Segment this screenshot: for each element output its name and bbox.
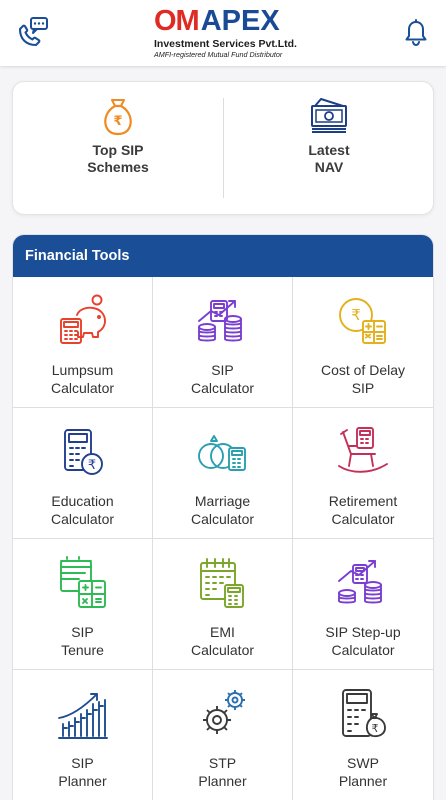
cost-of-delay-sip-tile[interactable]: ₹ Cost of Delay SIP — [293, 277, 433, 408]
calendar-grid-calculator-icon — [199, 558, 244, 608]
coins-stepup-calculator-icon — [338, 560, 382, 604]
company-logo: OM APEX Investment Services Pvt.Ltd. AMF… — [154, 5, 297, 60]
rings-calculator-icon — [197, 435, 246, 471]
calculator-moneybag-icon: ₹ — [342, 689, 386, 738]
tool-label: SWP Planner — [338, 755, 388, 789]
logo-apex-text: APEX — [200, 5, 280, 37]
bell-icon[interactable] — [396, 13, 436, 53]
calendar-calculator-icon — [59, 556, 106, 608]
svg-text:₹: ₹ — [351, 306, 361, 324]
tool-label: SIP Tenure — [61, 624, 104, 658]
stp-planner-tile[interactable]: STP Planner — [153, 670, 293, 800]
tool-label: EMI Calculator — [190, 624, 255, 658]
education-calculator-tile[interactable]: ₹ Education Calculator — [13, 408, 153, 539]
tool-label: STP Planner — [198, 755, 247, 789]
svg-text:₹: ₹ — [372, 722, 379, 735]
swp-planner-tile[interactable]: ₹ SWP Planner — [293, 670, 433, 800]
sip-planner-tile[interactable]: SIP Planner — [13, 670, 153, 800]
top-sip-schemes-button[interactable]: ₹ Top SIP Schemes — [13, 82, 223, 214]
svg-text:₹: ₹ — [113, 114, 122, 129]
tool-label: Retirement Calculator — [328, 493, 398, 527]
phone-chat-icon[interactable] — [12, 13, 52, 53]
tool-label: Education Calculator — [50, 493, 115, 527]
bar-growth-arrow-icon — [57, 693, 108, 739]
sip-calculator-tile[interactable]: SIP Calculator — [153, 277, 293, 408]
app-header: OM APEX Investment Services Pvt.Ltd. AMF… — [0, 0, 446, 66]
piggy-bank-calculator-icon — [59, 294, 106, 344]
tool-label: Marriage Calculator — [190, 493, 255, 527]
money-bag-icon: ₹ — [104, 99, 132, 136]
logo-om-text: OM — [154, 5, 200, 37]
sip-step-up-calculator-tile[interactable]: SIP Step-up Calculator — [293, 539, 433, 670]
emi-calculator-tile[interactable]: EMI Calculator — [153, 539, 293, 670]
tool-label: Cost of Delay SIP — [320, 362, 406, 396]
app-screen: OM APEX Investment Services Pvt.Ltd. AMF… — [0, 0, 446, 800]
retirement-calculator-tile[interactable]: Retirement Calculator — [293, 408, 433, 539]
latest-nav-label: Latest NAV — [308, 142, 350, 175]
quick-links-card: ₹ Top SIP Schemes Latest NAV — [12, 81, 434, 215]
calculator-rupee-icon: ₹ — [63, 429, 103, 475]
tool-label: SIP Step-up Calculator — [325, 624, 401, 658]
sip-tenure-tile[interactable]: SIP Tenure — [13, 539, 153, 670]
top-sip-schemes-label: Top SIP Schemes — [87, 142, 149, 175]
logo-subtitle: Investment Services Pvt.Ltd. — [154, 38, 297, 50]
tool-label: SIP Planner — [58, 755, 107, 789]
financial-tools-title: Financial Tools — [13, 235, 433, 277]
gears-icon — [202, 690, 245, 734]
financial-tools-panel: Financial Tools Lumpsum Calculator SIP C… — [12, 234, 434, 800]
latest-nav-button[interactable]: Latest NAV — [224, 82, 434, 214]
calculator-coins-growth-icon — [197, 300, 242, 342]
svg-text:₹: ₹ — [87, 458, 95, 473]
marriage-calculator-tile[interactable]: Marriage Calculator — [153, 408, 293, 539]
rocking-chair-calculator-icon — [338, 427, 388, 473]
logo-tagline: AMFI-registered Mutual Fund Distributor — [154, 50, 283, 59]
tool-label: Lumpsum Calculator — [50, 362, 115, 396]
tool-label: SIP Calculator — [190, 362, 255, 396]
cash-stack-icon — [311, 98, 347, 133]
rupee-coin-calculator-icon: ₹ — [339, 298, 386, 344]
lumpsum-calculator-tile[interactable]: Lumpsum Calculator — [13, 277, 153, 408]
